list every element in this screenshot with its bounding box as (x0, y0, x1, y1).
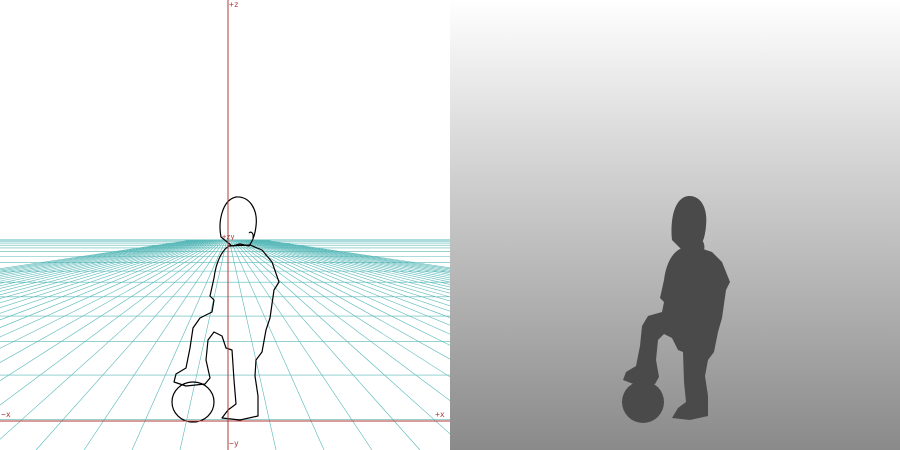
child-silhouette (622, 195, 730, 423)
axis-label-minus-x: −x (1, 410, 11, 419)
axis-label-origin: +zy (222, 233, 235, 241)
axes (0, 0, 450, 450)
axis-label-plus-z: +z (229, 0, 239, 9)
wireframe-viewport: +z −x +x −y +zy (0, 0, 450, 450)
axis-label-minus-y: −y (229, 439, 239, 448)
ball-silhouette (622, 381, 664, 423)
render-viewport (450, 0, 900, 450)
axis-label-plus-x: +x (435, 410, 445, 419)
